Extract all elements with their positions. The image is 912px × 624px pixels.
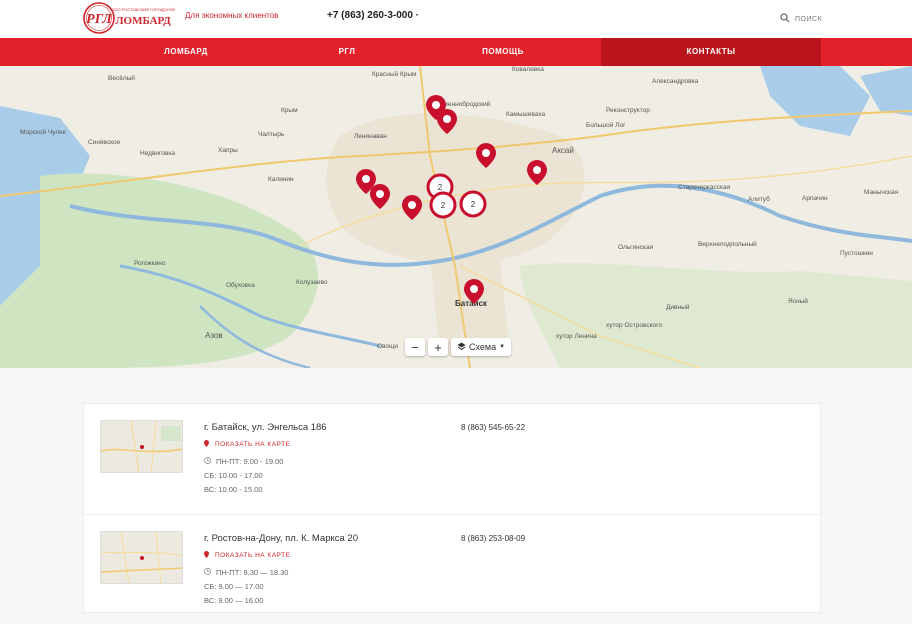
- cluster-count: 2: [471, 200, 476, 209]
- hours-weekday: ПН-ПТ: 8.30 — 18.30: [216, 568, 289, 577]
- chevron-down-icon: ▼: [499, 344, 506, 350]
- search-button[interactable]: поиск: [780, 10, 822, 28]
- location-pin-icon: [204, 551, 209, 560]
- office-address: г. Батайск, ул. Энгельса 186: [204, 422, 327, 433]
- hours-saturday: СБ: 10.00 - 17.00: [204, 471, 263, 480]
- label-bolshoy-log: Большой Лог: [586, 121, 626, 129]
- show-on-map-link[interactable]: ПОКАЗАТЬ НА КАРТЕ: [204, 551, 290, 560]
- layers-button[interactable]: Схема ▼: [451, 338, 512, 356]
- east-green: [520, 263, 912, 368]
- label-manychskaya: Манычская: [864, 189, 899, 196]
- zoom-out-button[interactable]: −: [405, 338, 425, 356]
- header-phone[interactable]: +7 (863) 260-3-000 ·: [327, 10, 419, 21]
- layers-icon: [457, 342, 466, 353]
- label-rekonstruktor: Реконструктор: [606, 107, 650, 114]
- lakes-east: [860, 66, 912, 116]
- show-on-map-label: ПОКАЗАТЬ НА КАРТЕ: [215, 552, 291, 559]
- label-kalinin: Калинин: [268, 176, 294, 183]
- label-arpachin: Арпачин: [802, 195, 828, 202]
- clock-icon: [204, 455, 211, 469]
- label-lenivan: Ленинаван: [354, 133, 387, 140]
- show-on-map-link[interactable]: ПОКАЗАТЬ НА КАРТЕ: [204, 440, 290, 449]
- label-divny: Дивный: [666, 303, 690, 311]
- clock-icon: [204, 566, 211, 580]
- label-yasny: Ясный: [788, 297, 808, 305]
- nav-item-help[interactable]: ПОМОЩЬ: [413, 38, 593, 66]
- location-pin-icon: [204, 440, 209, 449]
- show-on-map-label: ПОКАЗАТЬ НА КАРТЕ: [215, 441, 291, 448]
- label-obuhovka: Обуховка: [226, 281, 255, 289]
- label-chaltyr: Чалтырь: [258, 131, 285, 138]
- hours-weekday: ПН-ПТ: 9.00 - 19.00: [216, 457, 284, 466]
- nav-item-rgl[interactable]: РГЛ: [257, 38, 437, 66]
- map-controls: − + Схема ▼: [405, 338, 512, 356]
- logo[interactable]: РГЛ ООО РОСТОВСКИЙ ГОРОДСКОЙ ЛОМБАРД: [82, 1, 182, 35]
- label-hutor-ostrovskogo: хутор Островского: [606, 322, 662, 329]
- map-cluster[interactable]: 2: [429, 191, 457, 219]
- office-address: г. Ростов-на-Дону, пл. К. Маркса 20: [204, 533, 358, 544]
- logo-subtitle: ООО РОСТОВСКИЙ ГОРОДСКОЙ: [111, 7, 175, 12]
- office-hours: ПН-ПТ: 8.30 — 18.30 СБ: 9.00 — 17.00 ВС:…: [204, 566, 288, 608]
- label-krym: Крым: [281, 107, 298, 114]
- label-hutor-lenina: хутор Ленина: [556, 333, 597, 340]
- logo-monogram: РГЛ: [86, 12, 112, 27]
- hours-sunday: ВС: 9.00 — 16.00: [204, 596, 264, 605]
- label-kovalevka: Ковалевка: [512, 66, 544, 73]
- zoom-in-button[interactable]: +: [428, 338, 448, 356]
- layers-label: Схема: [469, 342, 497, 352]
- tagline: Для экономных клиентов: [185, 11, 279, 20]
- label-olginskaya: Ольгинская: [618, 244, 654, 251]
- thumbnail-marker: [140, 556, 144, 560]
- label-krasny-krym: Красный Крым: [372, 70, 417, 78]
- label-aleksandrovka: Александровка: [652, 78, 699, 85]
- office-card: г. Батайск, ул. Энгельса 186 ПОКАЗАТЬ НА…: [84, 404, 820, 514]
- label-koluzaevo: Колузаево: [296, 279, 328, 286]
- office-hours: ПН-ПТ: 9.00 - 19.00 СБ: 10.00 - 17.00 ВС…: [204, 455, 283, 497]
- label-alitub: Алитуб: [748, 195, 770, 203]
- search-icon: [780, 10, 790, 28]
- logo-word: ЛОМБАРД: [115, 15, 171, 27]
- label-ovoshi: Овощи: [377, 343, 398, 350]
- label-morskoy-chulek: Морской Чулек: [20, 128, 66, 136]
- label-rogozhkino: Рогожкино: [134, 260, 166, 267]
- label-azov: Азов: [205, 331, 223, 340]
- label-kamyshevaha: Камышеваха: [506, 111, 546, 118]
- label-verhnepodpolny: Верхнеподпольный: [698, 240, 757, 248]
- label-aksay: Аксай: [552, 146, 574, 155]
- main-nav: ЛОМБАРД РГЛ ПОМОЩЬ КОНТАКТЫ: [0, 38, 912, 66]
- nav-item-lombard[interactable]: ЛОМБАРД: [96, 38, 276, 66]
- search-label: поиск: [795, 15, 823, 23]
- label-pustoshkin: Пустошкин: [840, 250, 873, 257]
- offices-list: г. Батайск, ул. Энгельса 186 ПОКАЗАТЬ НА…: [83, 403, 821, 613]
- label-vesely: Весёлый: [108, 74, 135, 82]
- delta-green: [0, 173, 319, 368]
- label-hapry: Хапры: [218, 147, 238, 154]
- label-starocherkasskaya: Старочеркасская: [678, 184, 731, 191]
- nav-item-contacts[interactable]: КОНТАКТЫ: [601, 38, 821, 66]
- label-nedvigovka: Недвиговка: [140, 150, 175, 157]
- cluster-count: 2: [438, 183, 443, 192]
- hours-sunday: ВС: 10.00 - 15.00: [204, 485, 263, 494]
- label-sinyavskoe: Синявское: [88, 139, 121, 146]
- lakes: [760, 66, 870, 136]
- map-cluster[interactable]: 2: [459, 190, 487, 218]
- office-phone[interactable]: 8 (863) 545-65-22: [461, 423, 525, 432]
- cluster-count: 2: [441, 201, 446, 210]
- office-map[interactable]: Весёлый Красный Крым Ковалевка Александр…: [0, 66, 912, 368]
- office-map-thumbnail[interactable]: [100, 531, 183, 584]
- office-phone[interactable]: 8 (863) 253-08-09: [461, 534, 525, 543]
- map-canvas[interactable]: Весёлый Красный Крым Ковалевка Александр…: [0, 66, 912, 368]
- thumbnail-marker: [140, 445, 144, 449]
- site-header: РГЛ ООО РОСТОВСКИЙ ГОРОДСКОЙ ЛОМБАРД Для…: [0, 0, 912, 38]
- office-map-thumbnail[interactable]: [100, 420, 183, 473]
- hours-saturday: СБ: 9.00 — 17.00: [204, 582, 264, 591]
